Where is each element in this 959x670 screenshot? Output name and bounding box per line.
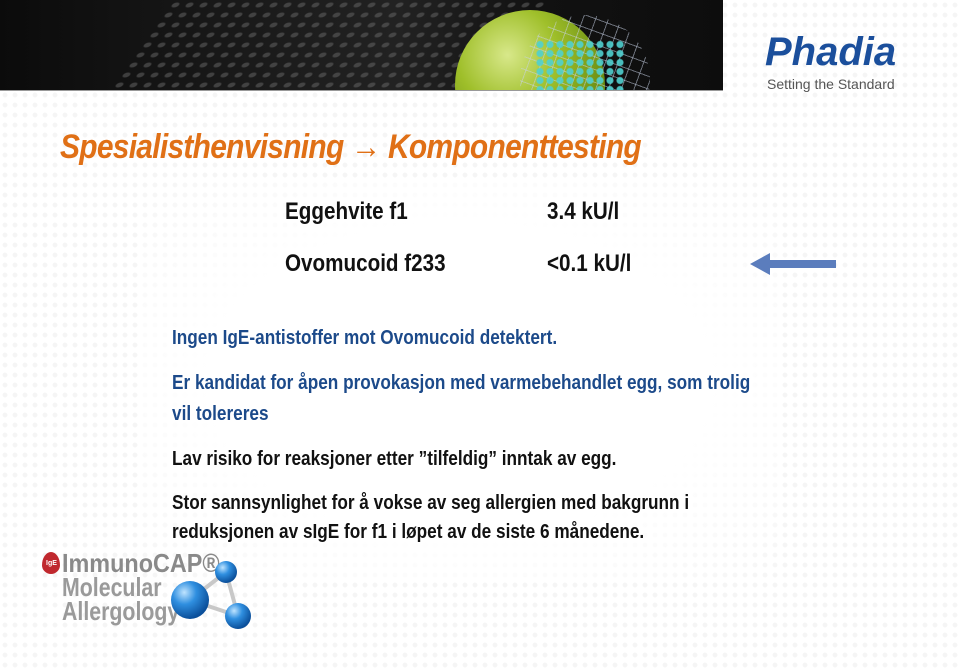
result-component-egg-white: Eggehvite f1 bbox=[285, 198, 408, 225]
arrow-left-icon bbox=[750, 253, 836, 275]
result-value-egg-white: 3.4 kU/l bbox=[547, 198, 620, 225]
molecules-image bbox=[535, 40, 625, 90]
result-component-ovomucoid: Ovomucoid f233 bbox=[285, 250, 446, 277]
result-value-ovomucoid: <0.1 kU/l bbox=[547, 250, 632, 277]
finding-outgrow-likelihood: Stor sannsynlighet for å vokse av seg al… bbox=[172, 492, 690, 514]
logo-tagline: Setting the Standard bbox=[767, 76, 895, 92]
finding-no-ige: Ingen IgE-antistoffer mot Ovomucoid dete… bbox=[172, 327, 558, 349]
allergology-label: Allergology bbox=[62, 596, 180, 626]
ige-drop-icon: IgE bbox=[42, 552, 60, 574]
header-banner-image bbox=[0, 0, 723, 91]
finding-provocation-candidate-cont: vil tolereres bbox=[172, 403, 269, 425]
molecule-icon bbox=[171, 561, 251, 629]
slide-title: Spesialisthenvisning → Komponenttesting bbox=[60, 128, 642, 166]
logo-name: Phadia bbox=[765, 30, 897, 74]
immunocap-logo: IgE ImmunoCAP® Molecular Allergology bbox=[40, 548, 260, 640]
finding-provocation-candidate: Er kandidat for åpen provokasjon med var… bbox=[172, 372, 751, 394]
finding-low-risk: Lav risiko for reaksjoner etter ”tilfeld… bbox=[172, 448, 617, 470]
finding-outgrow-likelihood-cont: reduksjonen av sIgE for f1 i løpet av de… bbox=[172, 521, 645, 543]
phadia-logo: Phadia Setting the Standard bbox=[765, 32, 925, 92]
ige-badge-text: IgE bbox=[46, 560, 57, 567]
